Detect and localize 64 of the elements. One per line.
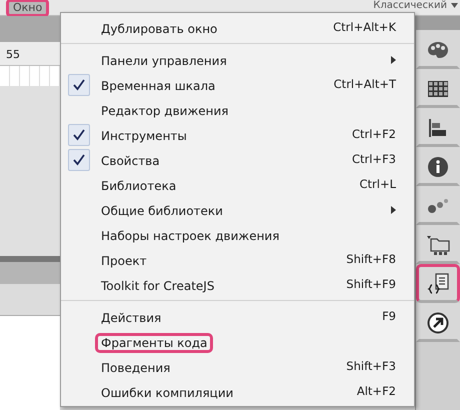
menu-item-label: Библиотека: [101, 178, 176, 192]
panel-button[interactable]: [416, 303, 460, 342]
shortcut-label: Shift+F3: [346, 358, 396, 375]
menu-item-label: Временная шкала: [101, 78, 216, 92]
check-icon: [73, 78, 85, 90]
menu-item[interactable]: Дублировать окно Ctrl+Alt+K: [61, 15, 414, 40]
check-icon: [73, 154, 85, 166]
panel-button[interactable]: [416, 108, 460, 147]
menu-item[interactable]: Инструменты Ctrl+F2: [61, 122, 414, 147]
shortcut-label: Shift+F9: [346, 276, 396, 293]
menu-item[interactable]: Действия F9: [61, 304, 414, 329]
shortcut-label: Shift+F8: [346, 250, 396, 268]
menu-title[interactable]: Окно: [6, 0, 50, 16]
info-icon: [427, 156, 449, 178]
menu-item-label: Toolkit for CreateJS: [101, 278, 214, 292]
menu-item-label: Действия: [101, 310, 162, 324]
shortcut-label: Ctrl+F2: [352, 126, 396, 143]
menu-item[interactable]: Проект Shift+F8: [61, 247, 414, 272]
menu-item[interactable]: Toolkit for CreateJS Shift+F9: [61, 272, 414, 297]
menu-item-label: Фрагменты кода: [95, 332, 214, 352]
menu-item[interactable]: Панели управления: [61, 47, 414, 72]
panel-header: [0, 262, 60, 284]
arrow-circle-icon: [427, 312, 449, 334]
menu-item-label: Ошибки компиляции: [101, 386, 234, 400]
title-strip: [0, 16, 60, 42]
menu-item[interactable]: Временная шкала Ctrl+Alt+T: [61, 72, 414, 97]
menu-item[interactable]: Библиотека Ctrl+L: [61, 172, 414, 197]
menu-item-label: Свойства: [101, 154, 160, 168]
shortcut-label: Ctrl+F3: [352, 150, 396, 168]
menu-item-label: Дублировать окно: [101, 22, 218, 36]
panel-button[interactable]: [416, 225, 460, 264]
menu-item-label: Проект: [101, 254, 147, 268]
menu-item[interactable]: Наборы настроек движения: [61, 222, 414, 247]
grid-icon: [428, 80, 448, 96]
menu-item-label: Инструменты: [101, 128, 187, 142]
panel-button[interactable]: [416, 147, 460, 186]
workspace-dropdown[interactable]: Классический: [373, 0, 458, 11]
frame-cells: [0, 66, 60, 86]
code-document-icon: [427, 272, 449, 294]
shortcut-label: Ctrl+Alt+K: [333, 18, 396, 36]
palette-icon: [427, 40, 449, 60]
menu-item[interactable]: Редактор движения: [61, 97, 414, 122]
shortcut-label: Ctrl+L: [359, 176, 396, 193]
menu-item[interactable]: Поведения Shift+F3: [61, 354, 414, 379]
shortcut-label: Ctrl+Alt+T: [334, 76, 396, 93]
menu-item[interactable]: Ошибки компиляции Alt+F2: [61, 379, 414, 404]
dots-icon: [427, 198, 449, 214]
menu-item[interactable]: Фрагменты кода: [61, 329, 414, 354]
shortcut-label: F9: [382, 308, 396, 325]
panel-button[interactable]: [416, 264, 460, 303]
check-icon: [73, 128, 85, 140]
menu-item-label: Редактор движения: [101, 104, 229, 118]
menu-item-label: Наборы настроек движения: [101, 228, 280, 242]
shortcut-label: Alt+F2: [356, 382, 396, 400]
menu-item-label: Поведения: [101, 360, 170, 374]
caret-icon: [451, 3, 458, 8]
folder-icon: [426, 234, 450, 256]
menu-item-label: Панели управления: [101, 54, 227, 68]
menu-item[interactable]: Свойства Ctrl+F3: [61, 147, 414, 172]
panel-button[interactable]: [416, 69, 460, 108]
menu-item-label: Общие библиотеки: [101, 204, 223, 218]
align-icon: [428, 118, 448, 138]
menu-item[interactable]: Общие библиотеки: [61, 197, 414, 222]
frame-number: 55: [6, 49, 20, 61]
